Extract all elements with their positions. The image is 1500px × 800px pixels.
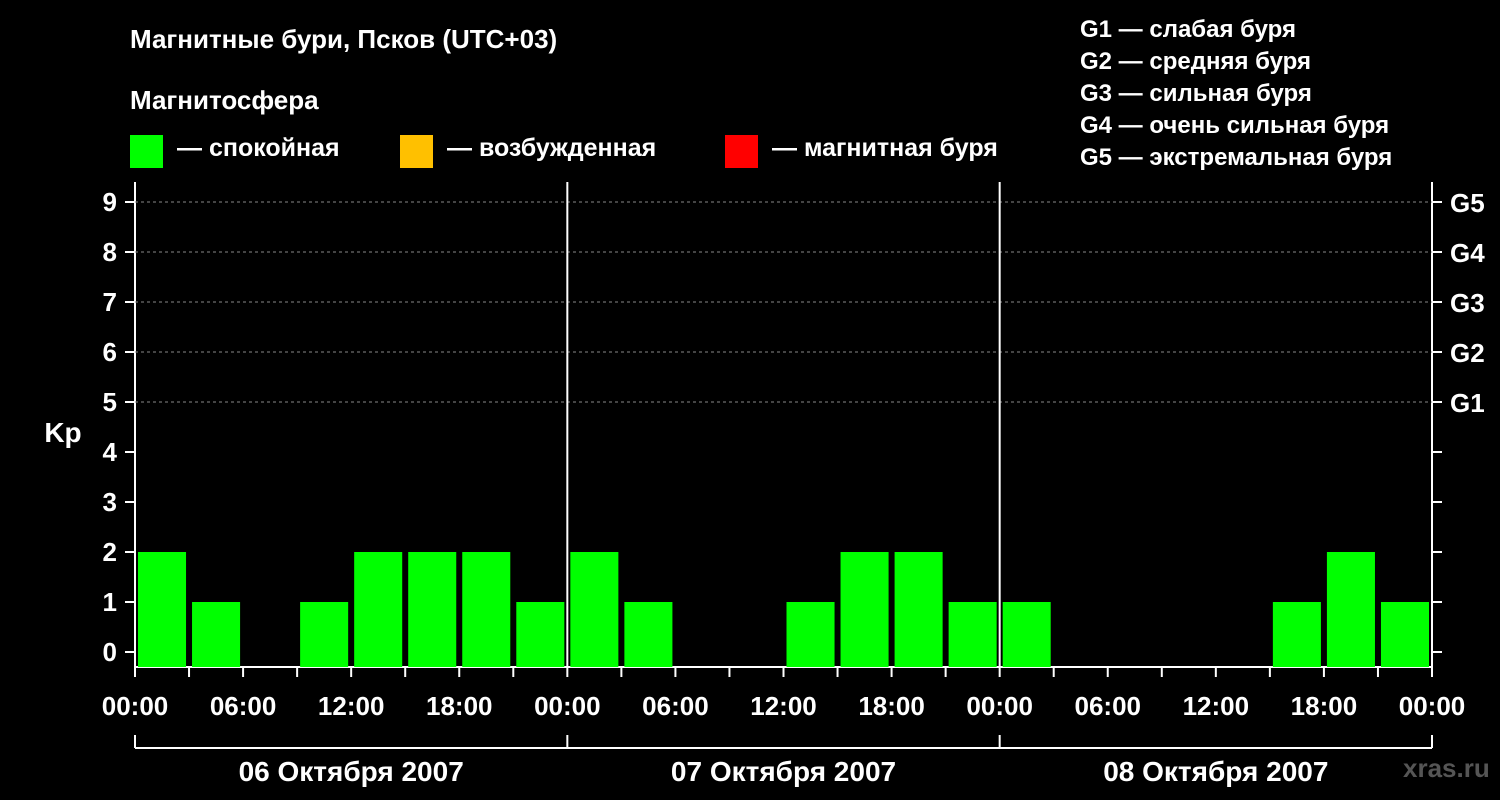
x-tick-label: 00:00 — [534, 691, 601, 721]
g-level-label: G5 — [1450, 188, 1485, 218]
g-level-label: G4 — [1450, 238, 1485, 268]
day-label: 07 Октября 2007 — [671, 756, 896, 787]
y-tick-label: 0 — [103, 637, 117, 667]
kp-bar — [840, 552, 889, 667]
x-tick-label: 06:00 — [642, 691, 709, 721]
kp-chart: 0 1 2 3 4 5 6 7 8 9 G1 G2 G3 G4 G5 Kp 00:00 06:00 12:00 18:… — [44, 182, 1485, 787]
x-tick-label: 12:00 — [750, 691, 817, 721]
y-tick-label: 3 — [103, 487, 117, 517]
g-level-label: G3 — [1450, 288, 1485, 318]
kp-bar — [894, 552, 943, 667]
x-tick-label: 12:00 — [1183, 691, 1250, 721]
kp-bar — [1002, 602, 1051, 667]
x-tick-label: 00:00 — [1399, 691, 1466, 721]
y-tick-label: 2 — [103, 537, 117, 567]
day-label: 06 Октября 2007 — [239, 756, 464, 787]
kp-bar — [570, 552, 619, 667]
kp-bar — [408, 552, 457, 667]
x-tick-label: 18:00 — [426, 691, 493, 721]
x-tick-label: 06:00 — [210, 691, 277, 721]
y-tick-label: 8 — [103, 237, 117, 267]
y-axis-label: Kp — [44, 417, 81, 448]
watermark: xras.ru — [1403, 753, 1490, 783]
y-tick-label: 1 — [103, 587, 117, 617]
x-tick-label: 06:00 — [1075, 691, 1142, 721]
x-tick-label: 00:00 — [966, 691, 1033, 721]
kp-bar — [516, 602, 565, 667]
kp-bar — [354, 552, 403, 667]
g-level-label: G1 — [1450, 388, 1485, 418]
y-tick-label: 6 — [103, 337, 117, 367]
day-label: 08 Октября 2007 — [1103, 756, 1328, 787]
kp-bar — [1326, 552, 1375, 667]
y-tick-label: 5 — [103, 387, 117, 417]
x-tick-label: 00:00 — [102, 691, 169, 721]
x-tick-label: 12:00 — [318, 691, 385, 721]
kp-bar — [300, 602, 349, 667]
x-tick-label: 18:00 — [858, 691, 925, 721]
y-tick-label: 7 — [103, 287, 117, 317]
g-level-label: G2 — [1450, 338, 1485, 368]
kp-bar — [624, 602, 673, 667]
y-tick-label: 9 — [103, 187, 117, 217]
kp-bar — [192, 602, 241, 667]
kp-bar — [1272, 602, 1321, 667]
kp-bar — [1380, 602, 1429, 667]
kp-bar — [786, 602, 835, 667]
x-tick-label: 18:00 — [1291, 691, 1358, 721]
kp-bar — [138, 552, 187, 667]
kp-bar — [948, 602, 997, 667]
kp-bar — [462, 552, 511, 667]
y-tick-label: 4 — [103, 437, 118, 467]
